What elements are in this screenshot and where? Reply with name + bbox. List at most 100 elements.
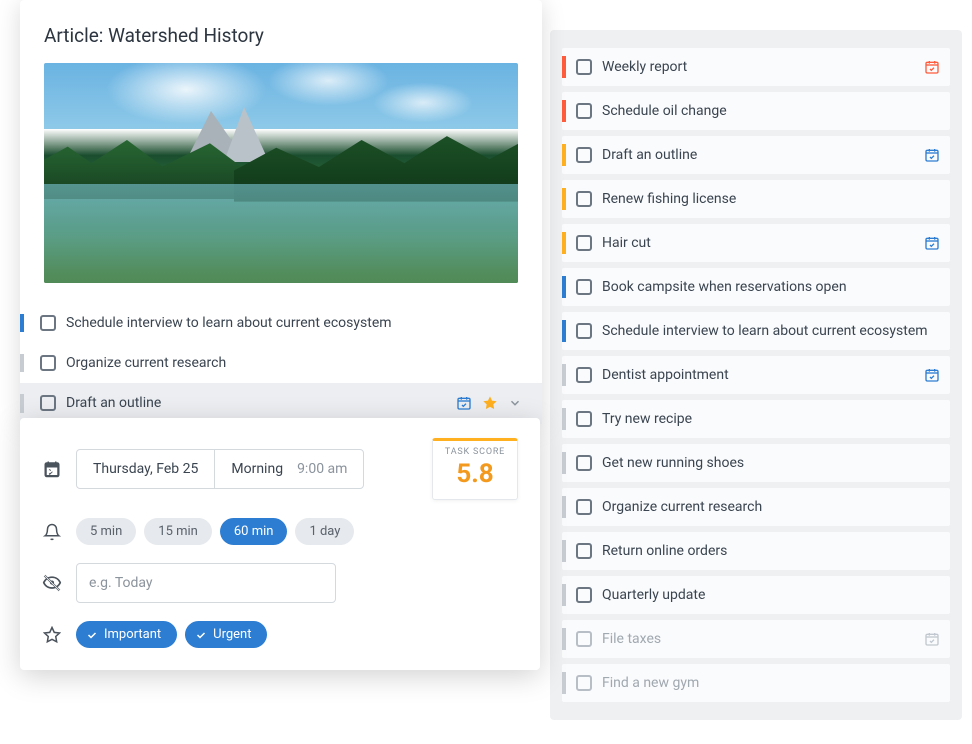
task-checkbox[interactable] <box>40 355 56 371</box>
calendar-icon <box>924 367 940 383</box>
task-label: Quarterly update <box>602 586 940 604</box>
task-row[interactable]: Weekly report <box>562 48 950 86</box>
calendar-icon <box>42 460 62 478</box>
task-row[interactable]: Schedule oil change <box>562 92 950 130</box>
reminder-pill[interactable]: 15 min <box>144 518 212 545</box>
reminder-pill[interactable]: 5 min <box>76 518 136 545</box>
task-checkbox[interactable] <box>576 675 592 691</box>
task-label: Weekly report <box>602 58 916 76</box>
task-row[interactable]: Try new recipe <box>562 400 950 438</box>
task-label: Get new running shoes <box>602 454 940 472</box>
calendar-icon <box>924 147 940 163</box>
reminder-pill[interactable]: 60 min <box>220 518 288 545</box>
task-checkbox[interactable] <box>576 587 592 603</box>
article-task-row[interactable]: Schedule interview to learn about curren… <box>20 303 542 343</box>
score-label: TASK SCORE <box>437 447 513 457</box>
task-row[interactable]: File taxes <box>562 620 950 658</box>
task-checkbox[interactable] <box>576 411 592 427</box>
task-label: Schedule oil change <box>602 102 940 120</box>
priority-accent <box>562 144 566 166</box>
priority-accent <box>562 672 566 694</box>
tag-pill[interactable]: Urgent <box>185 621 267 648</box>
task-label: File taxes <box>602 630 916 648</box>
chevron-down-icon[interactable] <box>508 396 522 410</box>
task-label: Schedule interview to learn about curren… <box>66 314 522 332</box>
task-row[interactable]: Return online orders <box>562 532 950 570</box>
priority-accent <box>20 314 24 332</box>
task-checkbox[interactable] <box>576 59 592 75</box>
task-label: Organize current research <box>602 498 940 516</box>
priority-accent <box>20 394 24 412</box>
period-time[interactable]: Morning 9:00 am <box>215 450 363 488</box>
star-filled-icon[interactable] <box>482 395 498 411</box>
reminder-pill[interactable]: 1 day <box>295 518 354 545</box>
calendar-icon[interactable] <box>456 395 472 411</box>
task-row[interactable]: Organize current research <box>562 488 950 526</box>
priority-accent <box>562 364 566 386</box>
task-label: Draft an outline <box>602 146 916 164</box>
bell-icon <box>42 523 62 541</box>
task-checkbox[interactable] <box>576 499 592 515</box>
reminder-options: 5 min 15 min 60 min 1 day <box>76 518 354 545</box>
task-checkbox[interactable] <box>576 191 592 207</box>
task-checkbox[interactable] <box>40 315 56 331</box>
task-label: Dentist appointment <box>602 366 916 384</box>
article-card: Article: Watershed History Schedule inte… <box>20 0 542 424</box>
priority-accent <box>562 452 566 474</box>
task-label: Find a new gym <box>602 674 940 692</box>
task-label: Return online orders <box>602 542 940 560</box>
task-checkbox[interactable] <box>576 323 592 339</box>
task-label: Draft an outline <box>66 394 456 412</box>
task-row[interactable]: Book campsite when reservations open <box>562 268 950 306</box>
calendar-icon <box>924 631 940 647</box>
task-row[interactable]: Schedule interview to learn about curren… <box>562 312 950 350</box>
date-value[interactable]: Thursday, Feb 25 <box>77 450 215 488</box>
task-row[interactable]: Dentist appointment <box>562 356 950 394</box>
task-checkbox[interactable] <box>576 631 592 647</box>
task-row[interactable]: Draft an outline <box>562 136 950 174</box>
star-icon <box>42 626 62 644</box>
task-row[interactable]: Renew fishing license <box>562 180 950 218</box>
hero-image <box>44 63 518 283</box>
time-label: 9:00 am <box>297 461 347 477</box>
task-checkbox[interactable] <box>576 279 592 295</box>
period-label: Morning <box>231 461 283 477</box>
priority-accent <box>562 628 566 650</box>
priority-accent <box>20 354 24 372</box>
task-checkbox[interactable] <box>576 235 592 251</box>
priority-accent <box>562 496 566 518</box>
task-label: Book campsite when reservations open <box>602 278 940 296</box>
article-task-list: Schedule interview to learn about curren… <box>20 303 542 424</box>
task-row[interactable]: Get new running shoes <box>562 444 950 482</box>
task-checkbox[interactable] <box>40 395 56 411</box>
task-checkbox[interactable] <box>576 103 592 119</box>
priority-accent <box>562 276 566 298</box>
article-task-row[interactable]: Organize current research <box>20 343 542 383</box>
task-checkbox[interactable] <box>576 543 592 559</box>
task-label: Try new recipe <box>602 410 940 428</box>
priority-accent <box>562 232 566 254</box>
priority-accent <box>562 540 566 562</box>
task-row[interactable]: Quarterly update <box>562 576 950 614</box>
task-checkbox[interactable] <box>576 367 592 383</box>
task-detail-card: Thursday, Feb 25 Morning 9:00 am TASK SC… <box>20 418 540 670</box>
priority-accent <box>562 320 566 342</box>
task-row[interactable]: Find a new gym <box>562 664 950 702</box>
priority-accent <box>562 584 566 606</box>
tag-group: Important Urgent <box>76 621 267 648</box>
calendar-icon <box>924 59 940 75</box>
calendar-icon <box>924 235 940 251</box>
task-checkbox[interactable] <box>576 147 592 163</box>
task-row[interactable]: Hair cut <box>562 224 950 262</box>
task-checkbox[interactable] <box>576 455 592 471</box>
eye-off-icon <box>42 573 62 593</box>
priority-accent <box>562 56 566 78</box>
date-picker[interactable]: Thursday, Feb 25 Morning 9:00 am <box>76 449 364 489</box>
task-label: Renew fishing license <box>602 190 940 208</box>
priority-accent <box>562 188 566 210</box>
score-value: 5.8 <box>437 459 513 489</box>
hide-input[interactable]: e.g. Today <box>76 563 336 603</box>
tag-pill[interactable]: Important <box>76 621 177 648</box>
article-title: Article: Watershed History <box>44 24 518 47</box>
task-list-panel: Weekly report Schedule oil change Draft an… <box>550 30 962 720</box>
